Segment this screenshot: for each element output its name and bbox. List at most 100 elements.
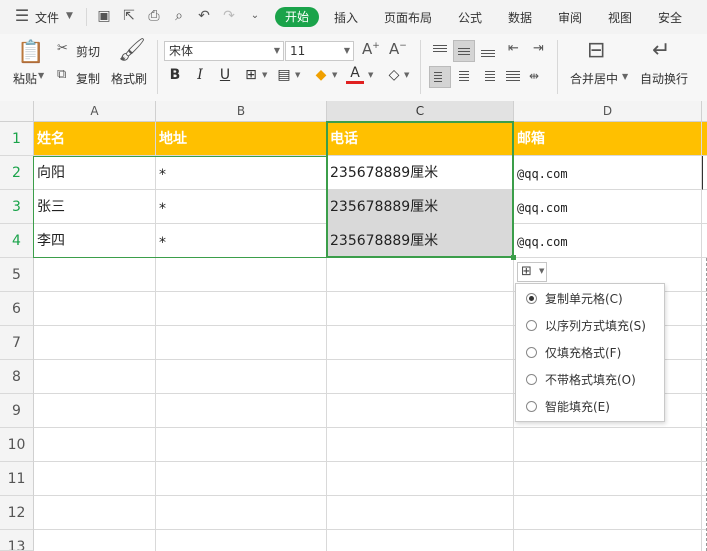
table-cell[interactable]: 李四: [34, 224, 156, 258]
chevron-down-icon[interactable]: ▼: [404, 71, 409, 79]
table-cell-overflow[interactable]: [702, 224, 707, 258]
radio-icon[interactable]: [526, 320, 537, 331]
chevron-down-icon[interactable]: ▼: [368, 71, 373, 79]
autofill-options-button[interactable]: ⊞ ▼: [517, 262, 547, 282]
column-header-a[interactable]: A: [34, 101, 156, 121]
fill-color-icon[interactable]: ◆: [312, 66, 330, 84]
borders-icon[interactable]: ⊞: [242, 66, 260, 84]
row-header[interactable]: 5: [0, 258, 34, 292]
tab-page-layout[interactable]: 页面布局: [384, 9, 432, 26]
file-menu[interactable]: 文件: [35, 9, 59, 26]
copy-icon[interactable]: ⧉: [57, 68, 66, 81]
clear-format-icon[interactable]: ◇: [385, 66, 403, 84]
fill-handle[interactable]: [511, 255, 516, 260]
format-painter-button[interactable]: 格式刷: [111, 70, 147, 87]
header-cell-email[interactable]: 邮箱: [514, 122, 702, 156]
row-header[interactable]: 1: [0, 122, 34, 156]
row-header[interactable]: 6: [0, 292, 34, 326]
font-name-select[interactable]: 宋体 ▼: [164, 41, 284, 61]
align-center-icon[interactable]: [453, 66, 475, 88]
tab-home[interactable]: 开始: [275, 7, 319, 27]
print-preview-icon[interactable]: ⌕: [171, 8, 187, 24]
table-cell[interactable]: 张三: [34, 190, 156, 224]
table-cell[interactable]: 向阳: [34, 156, 156, 190]
radio-icon[interactable]: [526, 374, 537, 385]
cut-button[interactable]: 剪切: [76, 43, 100, 60]
hamburger-menu-icon[interactable]: ☰: [14, 8, 30, 24]
table-cell-overflow[interactable]: [702, 190, 707, 224]
wrap-text-button[interactable]: 自动换行: [640, 70, 688, 87]
distributed-align-icon[interactable]: ⇹: [529, 70, 539, 82]
table-cell[interactable]: *: [156, 156, 327, 190]
align-bottom-icon[interactable]: [477, 40, 499, 62]
chevron-down-icon[interactable]: ▼: [332, 71, 337, 79]
chevron-down-icon[interactable]: ▼: [295, 71, 300, 79]
tab-insert[interactable]: 插入: [334, 9, 358, 26]
column-header-c[interactable]: C: [327, 101, 514, 121]
header-cell-overflow[interactable]: [702, 122, 707, 156]
row-header[interactable]: 11: [0, 462, 34, 496]
table-cell[interactable]: @qq.com: [514, 224, 702, 258]
row-header[interactable]: 13: [0, 530, 34, 551]
row-header[interactable]: 2: [0, 156, 34, 190]
redo-icon[interactable]: ↷: [221, 8, 237, 24]
bold-button[interactable]: B: [166, 66, 184, 84]
format-painter-icon[interactable]: 🖌: [118, 40, 146, 62]
table-cell[interactable]: 235678889厘米: [327, 190, 514, 224]
tab-view[interactable]: 视图: [608, 9, 632, 26]
merge-center-button[interactable]: 合并居中: [570, 70, 618, 87]
table-cell[interactable]: *: [156, 224, 327, 258]
align-middle-icon[interactable]: [453, 40, 475, 62]
radio-selected-icon[interactable]: [526, 293, 537, 304]
chevron-down-icon[interactable]: ▼: [38, 71, 44, 80]
copy-button[interactable]: 复制: [76, 70, 100, 87]
column-header-d[interactable]: D: [514, 101, 702, 121]
align-left-icon[interactable]: [429, 66, 451, 88]
column-header-e[interactable]: [702, 101, 707, 121]
chevron-down-icon[interactable]: ▼: [66, 11, 73, 21]
customize-quick-access-icon[interactable]: ⌄: [247, 8, 263, 24]
export-icon[interactable]: ⇱: [121, 8, 137, 24]
chevron-down-icon[interactable]: ▼: [262, 71, 267, 79]
merge-center-icon[interactable]: ⊟: [587, 40, 605, 62]
justify-icon[interactable]: [502, 66, 524, 88]
table-cell[interactable]: 235678889厘米: [327, 156, 514, 190]
align-right-icon[interactable]: [477, 66, 499, 88]
decrease-font-icon[interactable]: A−: [389, 42, 407, 57]
scissors-icon[interactable]: ✂: [57, 42, 68, 55]
header-cell-phone[interactable]: 电话: [327, 122, 514, 156]
row-header[interactable]: 4: [0, 224, 34, 258]
paste-icon[interactable]: 📋: [17, 42, 44, 64]
save-icon[interactable]: ▣: [96, 8, 112, 24]
table-cell[interactable]: 235678889厘米: [327, 224, 514, 258]
decrease-indent-icon[interactable]: ⇤: [508, 42, 519, 55]
cell-style-icon[interactable]: ▤: [275, 66, 293, 84]
table-cell[interactable]: @qq.com: [514, 190, 702, 224]
radio-icon[interactable]: [526, 401, 537, 412]
tab-formulas[interactable]: 公式: [458, 9, 482, 26]
undo-icon[interactable]: ↶: [196, 8, 212, 24]
chevron-down-icon[interactable]: ▼: [622, 72, 628, 81]
row-header[interactable]: 7: [0, 326, 34, 360]
table-cell-overflow[interactable]: [702, 156, 707, 190]
row-header[interactable]: 9: [0, 394, 34, 428]
table-cell[interactable]: *: [156, 190, 327, 224]
row-header[interactable]: 3: [0, 190, 34, 224]
italic-button[interactable]: I: [191, 66, 209, 84]
row-header[interactable]: 10: [0, 428, 34, 462]
paste-button[interactable]: 粘贴: [13, 70, 37, 87]
tab-data[interactable]: 数据: [508, 9, 532, 26]
row-header[interactable]: 12: [0, 496, 34, 530]
tab-security[interactable]: 安全: [658, 9, 682, 26]
increase-indent-icon[interactable]: ⇥: [533, 42, 544, 55]
increase-font-icon[interactable]: A+: [362, 42, 380, 57]
header-cell-name[interactable]: 姓名: [34, 122, 156, 156]
print-icon[interactable]: ⎙: [146, 8, 162, 24]
column-header-b[interactable]: B: [156, 101, 327, 121]
align-top-icon[interactable]: [429, 40, 451, 62]
wrap-text-icon[interactable]: ↵: [652, 40, 670, 62]
radio-icon[interactable]: [526, 347, 537, 358]
font-color-icon[interactable]: A: [346, 66, 364, 84]
table-cell[interactable]: @qq.com: [514, 156, 702, 190]
tab-review[interactable]: 审阅: [558, 9, 582, 26]
